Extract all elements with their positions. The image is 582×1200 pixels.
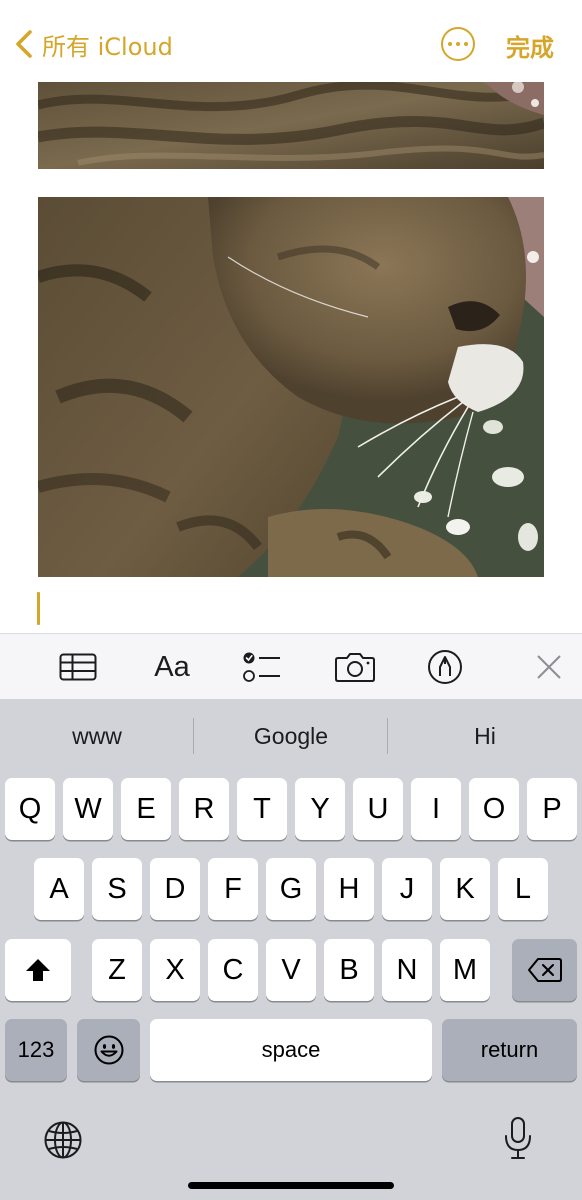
checklist-icon: [243, 652, 280, 682]
checklist-button[interactable]: [242, 648, 282, 686]
camera-icon: [335, 653, 375, 682]
table-icon: [59, 653, 97, 681]
key-g[interactable]: G: [266, 858, 316, 920]
nav-bar: 所有 iCloud 完成: [0, 0, 582, 82]
back-label: 所有 iCloud: [42, 32, 173, 61]
emoji-icon: [94, 1035, 123, 1065]
key-a[interactable]: A: [34, 858, 84, 920]
formatting-toolbar: Aa: [0, 633, 582, 699]
markup-button[interactable]: [426, 648, 464, 686]
microphone-icon: [505, 1117, 531, 1159]
back-button[interactable]: 所有 iCloud: [10, 24, 173, 64]
globe-icon: [44, 1121, 82, 1159]
shift-key[interactable]: [5, 939, 71, 1001]
suggestion-2[interactable]: Google: [194, 717, 388, 755]
dot-icon: [448, 42, 452, 46]
dot-icon: [464, 42, 468, 46]
key-l[interactable]: L: [498, 858, 548, 920]
globe-button[interactable]: [43, 1120, 83, 1165]
done-button[interactable]: 完成: [506, 28, 554, 63]
dot-icon: [456, 42, 460, 46]
home-indicator[interactable]: [188, 1182, 394, 1189]
text-format-icon: Aa: [154, 650, 190, 683]
key-k[interactable]: K: [440, 858, 490, 920]
key-h[interactable]: H: [324, 858, 374, 920]
suggestion-1[interactable]: www: [0, 717, 194, 755]
key-e[interactable]: E: [121, 778, 171, 840]
key-m[interactable]: M: [440, 939, 490, 1001]
text-format-button[interactable]: Aa: [150, 648, 194, 686]
key-i[interactable]: I: [411, 778, 461, 840]
key-j[interactable]: J: [382, 858, 432, 920]
numbers-key[interactable]: 123: [5, 1019, 67, 1081]
return-key[interactable]: return: [442, 1019, 577, 1081]
emoji-key[interactable]: [77, 1019, 140, 1081]
close-icon: [537, 655, 561, 679]
key-u[interactable]: U: [353, 778, 403, 840]
key-z[interactable]: Z: [92, 939, 142, 1001]
key-q[interactable]: Q: [5, 778, 55, 840]
key-n[interactable]: N: [382, 939, 432, 1001]
markup-pen-icon: [428, 650, 462, 684]
microphone-button[interactable]: [502, 1116, 534, 1167]
key-w[interactable]: W: [63, 778, 113, 840]
cat-photo: [38, 197, 544, 577]
backspace-icon: [527, 958, 562, 982]
camera-button[interactable]: [333, 648, 377, 686]
key-d[interactable]: D: [150, 858, 200, 920]
key-r[interactable]: R: [179, 778, 229, 840]
backspace-key[interactable]: [512, 939, 577, 1001]
key-v[interactable]: V: [266, 939, 316, 1001]
key-b[interactable]: B: [324, 939, 374, 1001]
shift-icon: [26, 959, 50, 981]
note-photo-1[interactable]: [38, 75, 544, 169]
more-options-button[interactable]: [441, 27, 475, 61]
key-t[interactable]: T: [237, 778, 287, 840]
key-y[interactable]: Y: [295, 778, 345, 840]
key-c[interactable]: C: [208, 939, 258, 1001]
close-toolbar-button[interactable]: [534, 648, 564, 686]
key-x[interactable]: X: [150, 939, 200, 1001]
key-f[interactable]: F: [208, 858, 258, 920]
chevron-left-icon: [16, 30, 32, 58]
cat-photo-crop: [38, 75, 544, 169]
note-photo-2[interactable]: [38, 197, 544, 577]
table-button[interactable]: [58, 648, 98, 686]
key-o[interactable]: O: [469, 778, 519, 840]
text-cursor: [37, 592, 40, 625]
key-p[interactable]: P: [527, 778, 577, 840]
keyboard: www Google Hi Q W E R T Y U I O P A S D …: [0, 699, 582, 1200]
key-s[interactable]: S: [92, 858, 142, 920]
suggestion-3[interactable]: Hi: [388, 717, 582, 755]
space-key[interactable]: space: [150, 1019, 432, 1081]
